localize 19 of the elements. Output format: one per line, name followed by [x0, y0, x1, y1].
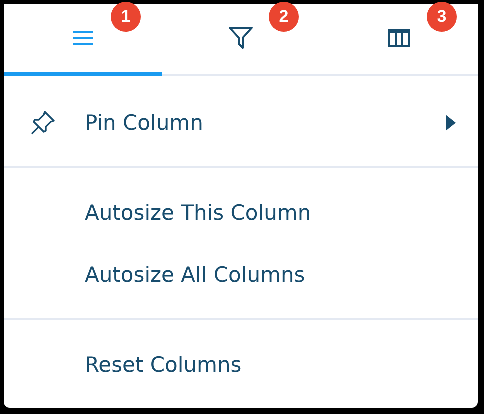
- menu-item-label: Autosize All Columns: [85, 263, 306, 287]
- submenu-arrow-icon: [446, 115, 456, 131]
- menu-icon: [73, 31, 93, 45]
- pin-icon: [30, 110, 56, 136]
- number-badge: 3: [427, 2, 457, 32]
- menu-item-label: Pin Column: [85, 111, 204, 135]
- menu-item[interactable]: Autosize All Columns: [4, 244, 478, 306]
- menu-item[interactable]: Reset Columns: [4, 334, 478, 396]
- number-badge: 1: [111, 2, 141, 32]
- menu-item[interactable]: Pin Column: [4, 92, 478, 154]
- number-badge: 2: [269, 2, 299, 32]
- filter-icon: [229, 27, 253, 49]
- columns-icon: [388, 29, 410, 47]
- menu-item-label: Reset Columns: [85, 353, 243, 377]
- tab[interactable]: 1: [4, 4, 162, 76]
- menu-item-label: Autosize This Column: [85, 201, 312, 225]
- tab[interactable]: 2: [162, 4, 320, 76]
- menu-item[interactable]: Autosize This Column: [4, 182, 478, 244]
- tab[interactable]: 3: [320, 4, 478, 76]
